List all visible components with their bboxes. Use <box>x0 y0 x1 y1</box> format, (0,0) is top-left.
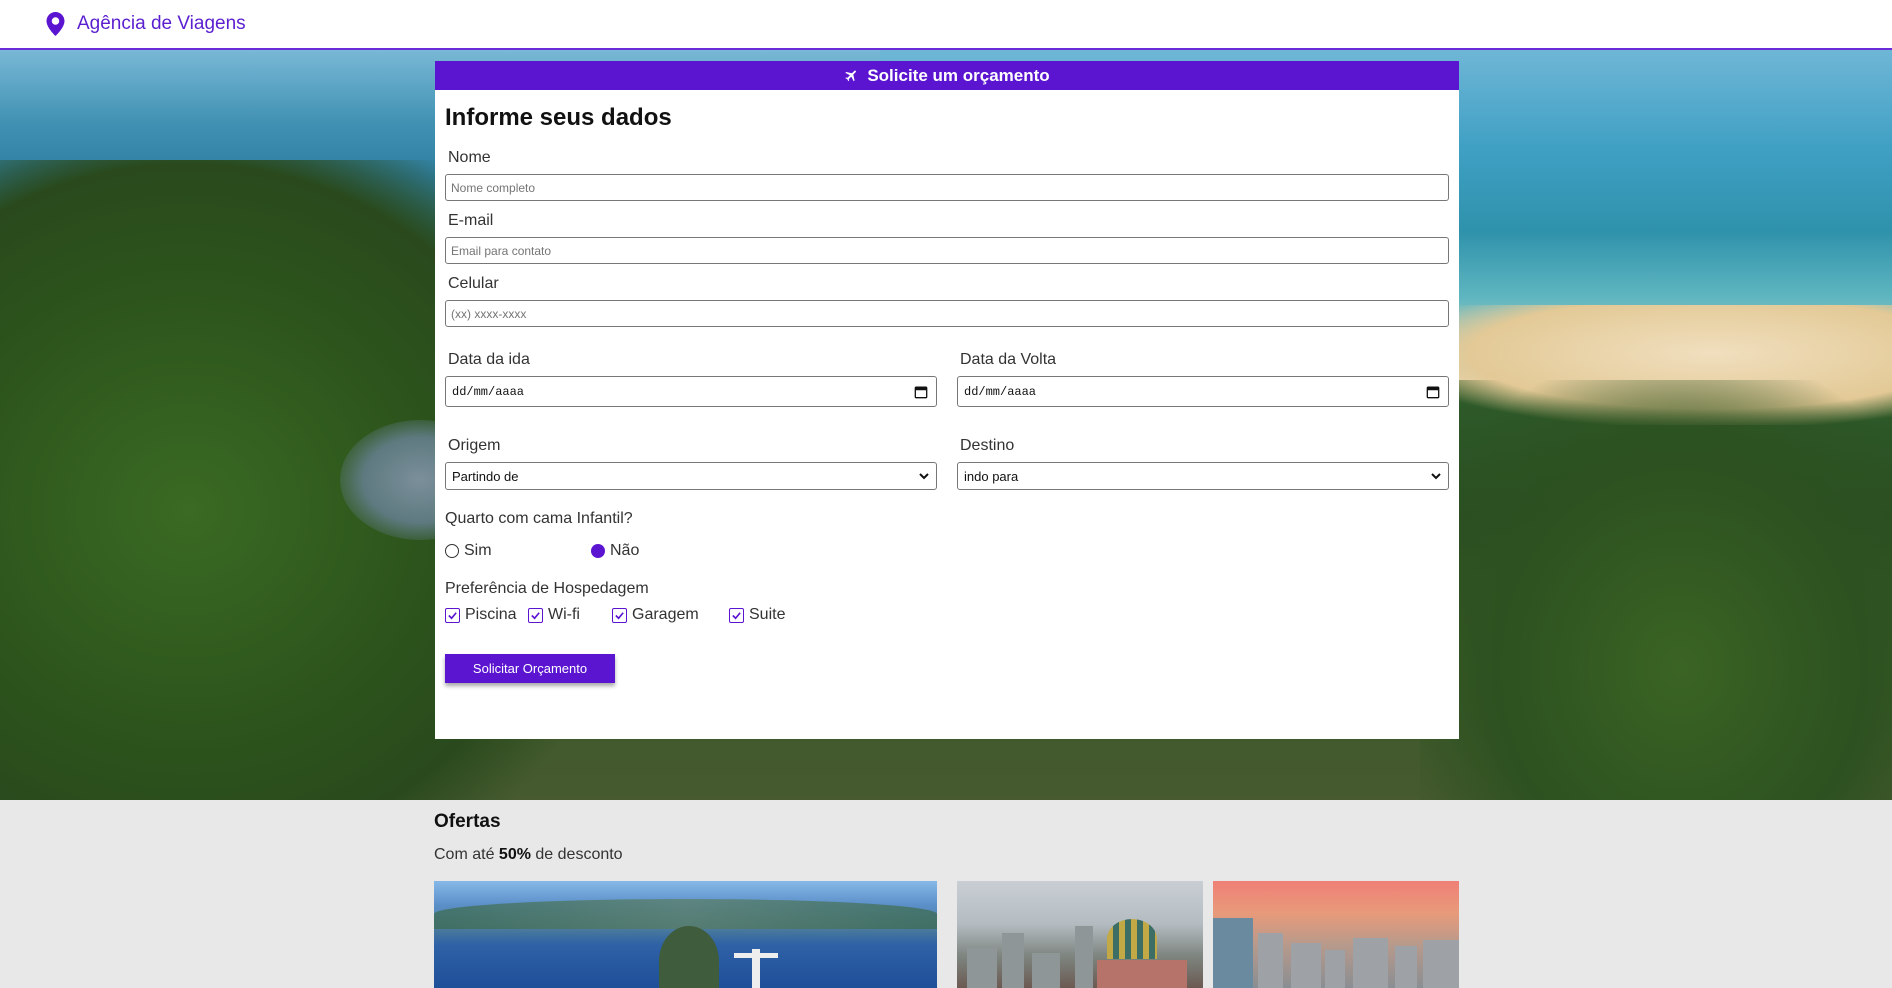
checkbox-checked[interactable] <box>445 607 460 623</box>
crib-option-label: Não <box>610 542 640 559</box>
name-input[interactable]: Nome completo <box>445 174 1449 201</box>
crib-option-label: Sim <box>464 542 492 559</box>
name-label: Nome <box>448 149 491 166</box>
phone-input[interactable]: (xx) xxxx-xxxx <box>445 300 1449 327</box>
check-icon <box>615 611 624 619</box>
offers-section: Ofertas Com até 50% de desconto <box>434 800 1464 864</box>
destination-group: Destino indo para <box>957 437 1449 490</box>
quote-form-banner-text: Solicite um orçamento <box>867 65 1050 85</box>
top-navbar: Agência de Viagens <box>0 0 1892 50</box>
building <box>1291 943 1321 988</box>
phone-label: Celular <box>448 275 499 292</box>
name-field-group: Nome Nome completo <box>445 149 1449 201</box>
crib-radio-group: Sim Não <box>445 542 1449 560</box>
brand-link[interactable]: Agência de Viagens <box>46 12 246 36</box>
radio-button-checked[interactable] <box>591 544 605 558</box>
origin-label: Origem <box>448 437 501 454</box>
pref-label: Wi-fi <box>548 606 580 623</box>
phone-field-group: Celular (xx) xxxx-xxxx <box>445 275 1449 327</box>
check-icon <box>732 611 741 619</box>
destination-select[interactable]: indo para <box>957 462 1449 490</box>
email-input[interactable]: Email para contato <box>445 237 1449 264</box>
discount-highlight: 50% <box>498 846 531 863</box>
origin-group: Origem Partindo de <box>445 437 937 490</box>
email-field-group: E-mail Email para contato <box>445 212 1449 264</box>
offer-image-manaus[interactable] <box>957 881 1203 988</box>
checkbox-checked[interactable] <box>729 607 744 623</box>
chevron-down-icon <box>919 473 929 480</box>
building <box>1002 933 1024 988</box>
crib-question: Quarto com cama Infantil? <box>445 510 633 527</box>
statue-body <box>752 949 760 988</box>
theatre-building <box>1097 960 1187 988</box>
origin-selected-value: Partindo de <box>452 468 519 484</box>
mountains-shape <box>434 899 937 929</box>
quote-form-banner: Solicite um orçamento <box>435 61 1459 90</box>
form-title: Informe seus dados <box>445 104 672 131</box>
email-label: E-mail <box>448 212 494 229</box>
sugarloaf-shape <box>659 926 719 988</box>
offer-image-rio[interactable] <box>434 881 937 988</box>
check-icon <box>531 611 540 619</box>
checkbox-checked[interactable] <box>528 607 543 623</box>
calendar-icon[interactable] <box>914 385 928 399</box>
radio-button-unchecked[interactable] <box>445 544 459 558</box>
crib-option-nao[interactable]: Não <box>591 542 737 560</box>
building <box>1395 946 1417 988</box>
destination-selected-value: indo para <box>964 468 1019 484</box>
building <box>1353 938 1388 988</box>
building <box>1423 940 1459 988</box>
building <box>1032 953 1060 988</box>
brand-name: Agência de Viagens <box>77 13 246 34</box>
return-date-group: Data da Volta dd/mm/aaaa <box>957 351 1449 407</box>
chevron-down-icon <box>1431 473 1441 480</box>
pref-label: Suite <box>749 606 786 623</box>
offer-image-sao-paulo[interactable] <box>1213 881 1459 988</box>
return-date-value: dd/mm/aaaa <box>964 384 1037 399</box>
check-icon <box>448 611 457 619</box>
origin-select[interactable]: Partindo de <box>445 462 937 490</box>
submit-quote-button[interactable]: Solicitar Orçamento <box>445 654 615 683</box>
calendar-icon[interactable] <box>1426 385 1440 399</box>
pref-label: Piscina <box>465 606 517 623</box>
quote-form-card: Solicite um orçamento Informe seus dados… <box>435 61 1459 739</box>
pref-label: Garagem <box>632 606 699 623</box>
building <box>1258 933 1283 988</box>
departure-date-input[interactable]: dd/mm/aaaa <box>445 376 937 407</box>
plane-icon <box>845 70 857 82</box>
pref-piscina[interactable]: Piscina <box>445 606 528 624</box>
return-date-input[interactable]: dd/mm/aaaa <box>957 376 1449 407</box>
pref-wifi[interactable]: Wi-fi <box>528 606 612 624</box>
lodging-preferences-group: Piscina Wi-fi Garagem Suite <box>445 606 1449 624</box>
pref-suite[interactable]: Suite <box>729 606 785 624</box>
building <box>1075 926 1093 988</box>
offers-subtitle-suffix: de desconto <box>530 846 623 863</box>
hero-palm-forest-right <box>1420 380 1892 800</box>
locations-row: Origem Partindo de Destino indo para <box>445 437 1449 490</box>
offers-title: Ofertas <box>434 811 501 832</box>
offers-subtitle-prefix: Com até <box>434 846 499 863</box>
departure-date-label: Data da ida <box>448 351 530 368</box>
pref-garagem[interactable]: Garagem <box>612 606 729 624</box>
map-pin-icon <box>46 12 65 36</box>
departure-date-group: Data da ida dd/mm/aaaa <box>445 351 937 407</box>
checkbox-checked[interactable] <box>612 607 627 623</box>
departure-date-value: dd/mm/aaaa <box>452 384 525 399</box>
offers-subtitle: Com até 50% de desconto <box>434 846 1464 864</box>
building <box>1325 950 1345 988</box>
dates-row: Data da ida dd/mm/aaaa Data da Volta dd/… <box>445 351 1449 407</box>
crib-option-sim[interactable]: Sim <box>445 542 591 560</box>
building <box>1213 918 1253 988</box>
destination-label: Destino <box>960 437 1015 454</box>
theatre-dome <box>1107 919 1157 959</box>
return-date-label: Data da Volta <box>960 351 1057 368</box>
lodging-preferences-label: Preferência de Hospedagem <box>445 580 649 597</box>
building <box>967 948 997 988</box>
